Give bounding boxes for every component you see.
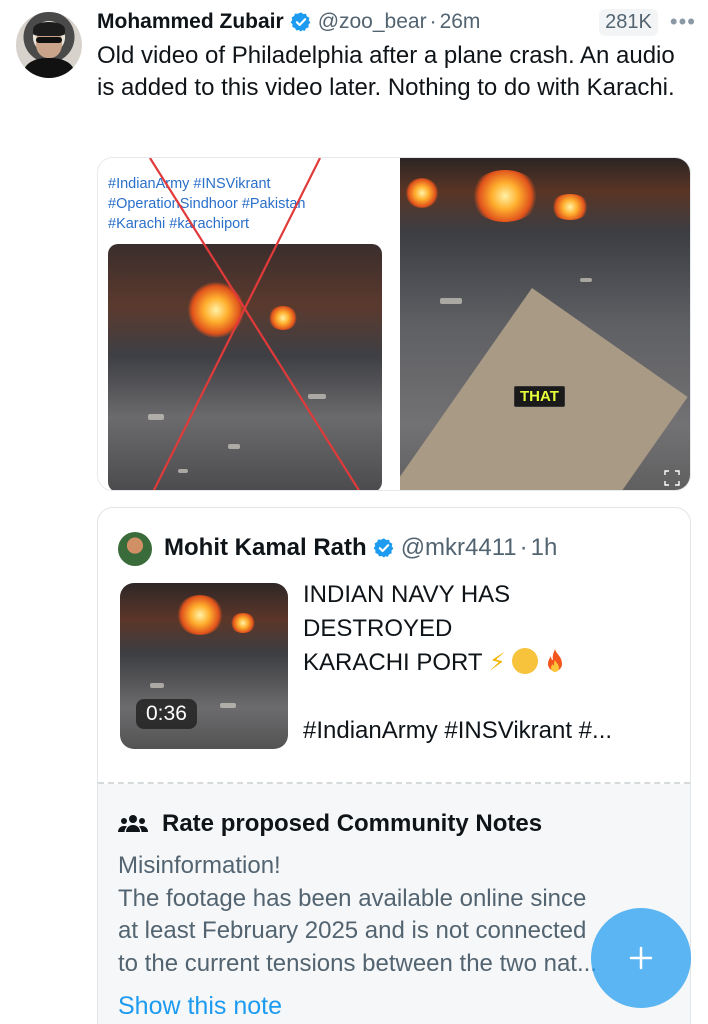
author-name[interactable]: Mohammed Zubair	[97, 10, 284, 34]
fire-shape	[470, 170, 540, 222]
compose-button[interactable]	[591, 908, 691, 1008]
video-caption: THAT	[514, 386, 565, 407]
header-separator: ·	[429, 10, 437, 33]
quoted-header: Mohit Kamal Rath @mkr4411 · 1h	[164, 534, 557, 562]
quoted-text-line-3: KARACHI PORT ⚡	[303, 646, 683, 680]
debris-shape	[580, 278, 592, 282]
debris-shape	[150, 683, 164, 688]
red-cross-mark	[149, 158, 361, 490]
video-duration: 0:36	[136, 699, 197, 729]
quoted-text-line: KARACHI PORT	[303, 649, 483, 676]
community-notes-heading[interactable]: Rate proposed Community Notes	[118, 810, 542, 838]
verified-badge-icon	[290, 12, 311, 32]
avatar-body-shape	[24, 58, 74, 78]
fire-shape	[230, 613, 256, 633]
note-line: The footage has been available online si…	[118, 884, 587, 912]
quoted-author-name[interactable]: Mohit Kamal Rath	[164, 534, 367, 562]
quoted-text: INDIAN NAVY HAS DESTROYED KARACHI PORT ⚡…	[303, 578, 683, 748]
quoted-time: 1h	[530, 534, 558, 561]
tweet-text: Old video of Philadelphia after a plane …	[97, 42, 675, 101]
lightning-emoji-icon: ⚡	[488, 649, 506, 676]
quoted-video-thumbnail[interactable]: 0:36	[120, 583, 288, 749]
community-notes-title: Rate proposed Community Notes	[162, 810, 543, 837]
verified-badge-icon	[373, 538, 394, 558]
debris-shape	[440, 298, 462, 304]
plus-icon	[629, 946, 653, 970]
avatar-glasses-shape	[36, 37, 62, 43]
author-avatar[interactable]	[16, 12, 82, 78]
more-icon[interactable]: •••	[670, 9, 696, 35]
fire-shape	[405, 178, 439, 208]
author-handle[interactable]: @zoo_bear	[318, 10, 427, 34]
quoted-handle[interactable]: @mkr4411	[401, 534, 517, 562]
media-image-right[interactable]: THAT	[400, 158, 690, 490]
exploding-head-emoji-icon	[512, 648, 539, 674]
tweet-media[interactable]: #IndianArmy #INSVikrant #OperationSindho…	[97, 157, 691, 491]
quoted-text-line: INDIAN NAVY HAS	[303, 581, 511, 608]
debris-shape	[220, 703, 236, 708]
people-icon	[118, 815, 148, 832]
media-image-left[interactable]: #IndianArmy #INSVikrant #OperationSindho…	[98, 158, 395, 490]
quoted-hashtags[interactable]: #IndianArmy #INSVikrant #...	[303, 714, 683, 748]
show-note-link[interactable]: Show this note	[118, 992, 282, 1021]
quoted-text-line: DESTROYED	[303, 615, 453, 642]
quoted-separator: ·	[519, 534, 528, 561]
views-count[interactable]: 281K	[599, 8, 658, 36]
fire-shape	[550, 194, 590, 220]
quoted-author-avatar[interactable]	[118, 532, 152, 566]
note-line: Misinformation!	[118, 852, 281, 879]
fire-emoji-icon	[548, 649, 563, 672]
tweet-header: Mohammed Zubair @zoo_bear · 26m 281K •••	[97, 6, 696, 38]
tweet-time[interactable]: 26m	[440, 10, 481, 34]
avatar-hair-shape	[33, 22, 65, 36]
expand-icon[interactable]	[664, 470, 680, 486]
fire-shape	[176, 595, 224, 635]
